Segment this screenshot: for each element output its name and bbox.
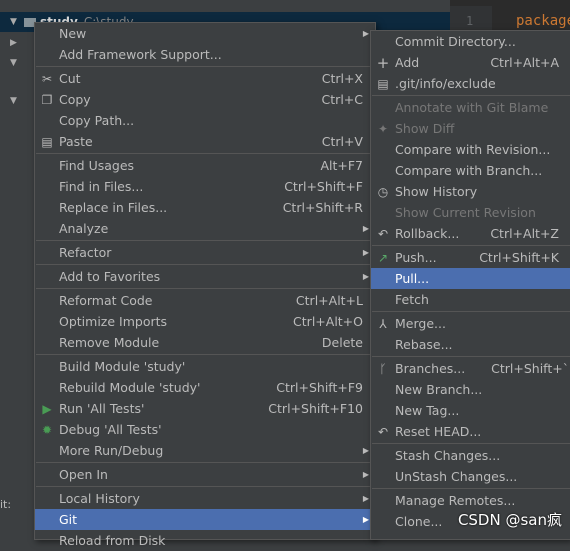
menu-separator (372, 356, 570, 357)
git-exclude-file[interactable]: ▤ .git/info/exclude (371, 73, 570, 94)
menu-item-replace-in-files[interactable]: Replace in Files... Ctrl+Shift+R (35, 197, 375, 218)
menu-item-paste[interactable]: ▤ Paste Ctrl+V (35, 131, 375, 152)
paste-icon: ▤ (41, 134, 53, 149)
menu-item-build-module[interactable]: Build Module 'study' (35, 356, 375, 377)
cut-icon: ✂ (41, 71, 53, 86)
menu-separator (36, 264, 374, 265)
git-show-current-revision[interactable]: Show Current Revision (371, 202, 570, 223)
git-commit-directory[interactable]: Commit Directory... (371, 31, 570, 52)
menu-item-cut[interactable]: ✂ Cut Ctrl+X (35, 68, 375, 89)
git-stash-changes[interactable]: Stash Changes... (371, 445, 570, 466)
submenu-arrow-icon: ▶ (362, 224, 369, 233)
git-compare-revision[interactable]: Compare with Revision... (371, 139, 570, 160)
git-fetch[interactable]: Fetch (371, 289, 570, 310)
watermark: CSDN @san疯 (457, 511, 562, 529)
submenu-arrow-icon: ▶ (362, 494, 369, 503)
menu-item-run-all-tests[interactable]: ▶ Run 'All Tests' Ctrl+Shift+F10 (35, 398, 375, 419)
git-annotate-blame[interactable]: Annotate with Git Blame (371, 97, 570, 118)
menu-separator (372, 245, 570, 246)
git-pull[interactable]: Pull... (371, 268, 570, 289)
menu-separator (372, 488, 570, 489)
chevron-right-icon[interactable]: ▶ (10, 38, 17, 48)
git-file-icon: ▤ (377, 76, 389, 91)
git-new-tag[interactable]: New Tag... (371, 400, 570, 421)
rollback-icon: ↶ (377, 226, 389, 241)
submenu-arrow-icon: ▶ (362, 446, 369, 455)
menu-item-debug-all-tests[interactable]: ✹ Debug 'All Tests' (35, 419, 375, 440)
menu-item-open-in[interactable]: Open In ▶ (35, 464, 375, 485)
project-context-menu: New ▶ Add Framework Support... ✂ Cut Ctr… (34, 22, 376, 548)
git-reset-head[interactable]: ↶ Reset HEAD... (371, 421, 570, 442)
git-compare-branch[interactable]: Compare with Branch... (371, 160, 570, 181)
menu-separator (36, 354, 374, 355)
submenu-arrow-icon: ▶ (362, 470, 369, 479)
git-merge[interactable]: ⅄ Merge... (371, 313, 570, 334)
branch-icon: ᚴ (379, 361, 387, 376)
submenu-arrow-icon: ▶ (362, 248, 369, 257)
chevron-down-icon[interactable]: ▼ (10, 96, 17, 106)
push-icon: ↗ (377, 250, 389, 265)
submenu-arrow-icon: ▶ (362, 272, 369, 281)
menu-item-find-in-files[interactable]: Find in Files... Ctrl+Shift+F (35, 176, 375, 197)
git-manage-remotes[interactable]: Manage Remotes... (371, 490, 570, 511)
menu-item-local-history[interactable]: Local History ▶ (35, 488, 375, 509)
menu-item-add-framework-support[interactable]: Add Framework Support... (35, 44, 375, 65)
git-unstash-changes[interactable]: UnStash Changes... (371, 466, 570, 487)
menu-item-new[interactable]: New ▶ (35, 23, 375, 44)
menu-separator (36, 462, 374, 463)
menu-item-refactor[interactable]: Refactor ▶ (35, 242, 375, 263)
reset-icon: ↶ (377, 424, 389, 439)
menu-item-add-to-favorites[interactable]: Add to Favorites ▶ (35, 266, 375, 287)
menu-separator (36, 288, 374, 289)
line-number: 1 (466, 14, 474, 28)
git-rollback[interactable]: ↶ Rollback... Ctrl+Alt+Z (371, 223, 570, 244)
git-rebase[interactable]: Rebase... (371, 334, 570, 355)
submenu-arrow-icon: ▶ (362, 515, 369, 524)
menu-item-copy-path[interactable]: Copy Path... (35, 110, 375, 131)
menu-separator (372, 311, 570, 312)
status-text: it: (0, 498, 12, 511)
menu-separator (36, 240, 374, 241)
menu-separator (36, 153, 374, 154)
git-new-branch[interactable]: New Branch... (371, 379, 570, 400)
git-branches[interactable]: ᚴ Branches... Ctrl+Shift+` (371, 358, 570, 379)
plus-icon: + (376, 53, 390, 72)
run-icon: ▶ (42, 401, 52, 416)
menu-item-reload-from-disk[interactable]: Reload from Disk (35, 530, 375, 551)
chevron-down-icon[interactable]: ▼ (10, 58, 17, 68)
merge-icon: ⅄ (379, 316, 387, 331)
git-add[interactable]: + Add Ctrl+Alt+A (371, 52, 570, 73)
git-show-history[interactable]: ◷ Show History (371, 181, 570, 202)
menu-item-git[interactable]: Git ▶ (35, 509, 375, 530)
submenu-arrow-icon: ▶ (362, 29, 369, 38)
menu-item-find-usages[interactable]: Find Usages Alt+F7 (35, 155, 375, 176)
menu-separator (36, 486, 374, 487)
menu-separator (36, 66, 374, 67)
git-show-diff[interactable]: ✦ Show Diff (371, 118, 570, 139)
menu-item-optimize-imports[interactable]: Optimize Imports Ctrl+Alt+O (35, 311, 375, 332)
chevron-down-icon[interactable]: ▼ (10, 17, 20, 27)
debug-icon: ✹ (41, 422, 53, 437)
menu-separator (372, 443, 570, 444)
menu-item-copy[interactable]: ❐ Copy Ctrl+C (35, 89, 375, 110)
diff-icon: ✦ (377, 121, 389, 136)
menu-item-remove-module[interactable]: Remove Module Delete (35, 332, 375, 353)
history-icon: ◷ (377, 184, 389, 199)
copy-icon: ❐ (41, 92, 53, 107)
menu-item-reformat-code[interactable]: Reformat Code Ctrl+Alt+L (35, 290, 375, 311)
menu-item-rebuild-module[interactable]: Rebuild Module 'study' Ctrl+Shift+F9 (35, 377, 375, 398)
git-push[interactable]: ↗ Push... Ctrl+Shift+K (371, 247, 570, 268)
git-submenu: Commit Directory... + Add Ctrl+Alt+A ▤ .… (370, 30, 570, 540)
menu-separator (372, 95, 570, 96)
menu-item-analyze[interactable]: Analyze ▶ (35, 218, 375, 239)
code-line[interactable]: package (516, 13, 570, 29)
menu-item-more-run-debug[interactable]: More Run/Debug ▶ (35, 440, 375, 461)
